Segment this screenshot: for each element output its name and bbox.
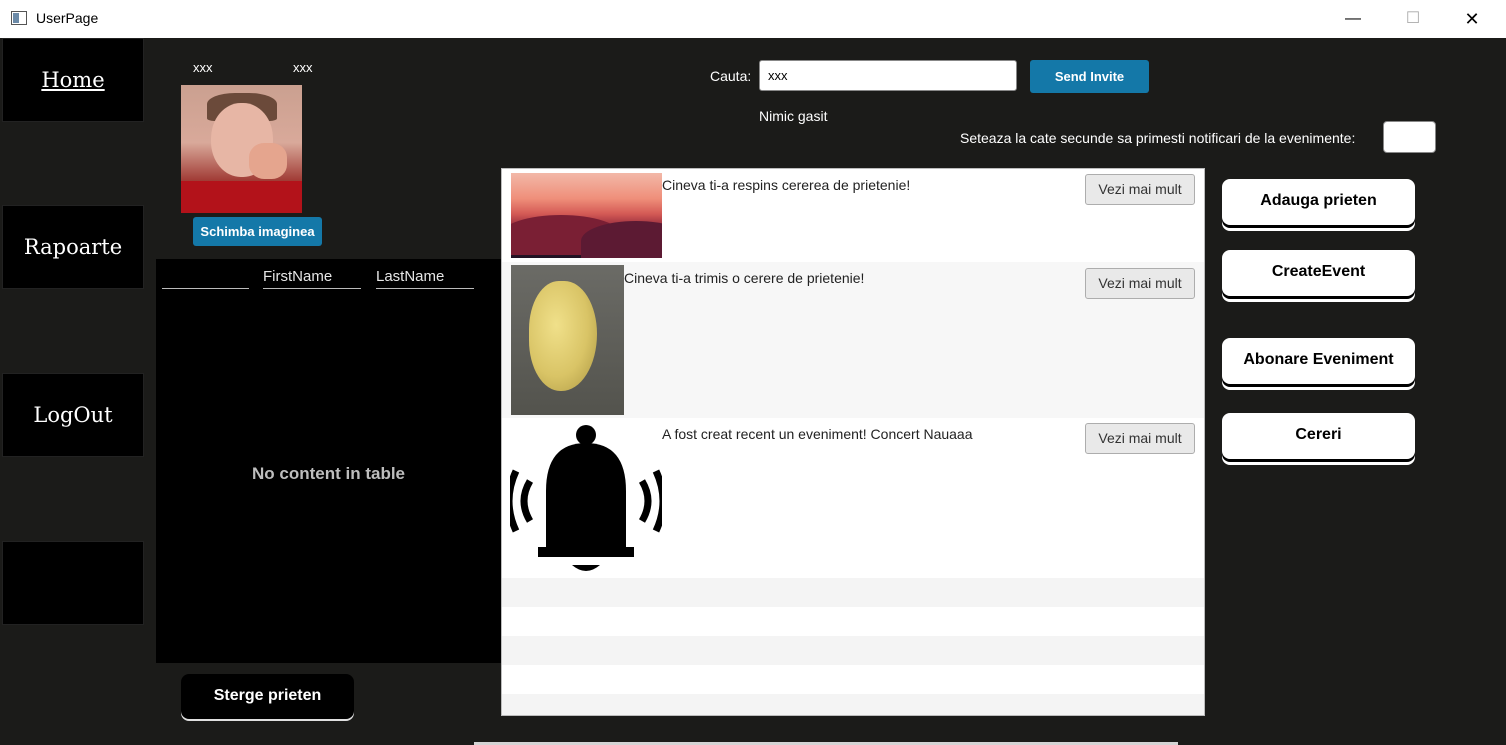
empty-row [502, 578, 1204, 607]
list-item: Cineva ti-a trimis o cerere de prietenie… [502, 262, 1204, 418]
title-bar: UserPage — ☐ ✕ [0, 0, 1506, 39]
add-friend-button[interactable]: Adauga prieten [1222, 179, 1415, 225]
maximize-button[interactable]: ☐ [1390, 4, 1436, 34]
landscape-image [511, 173, 662, 258]
notification-text: A fost creat recent un eveniment! Concer… [662, 426, 973, 442]
table-header-lastname[interactable]: LastName [376, 268, 474, 289]
table-header-blank[interactable] [162, 268, 249, 289]
create-event-button[interactable]: CreateEvent [1222, 250, 1415, 296]
search-label: Cauta: [710, 68, 752, 84]
nav-home-button[interactable]: Home [2, 38, 144, 122]
window-title: UserPage [36, 10, 99, 26]
close-button[interactable]: ✕ [1449, 4, 1495, 34]
search-result-text: Nimic gasit [759, 108, 828, 124]
friends-table[interactable]: FirstName LastName No content in table [156, 259, 501, 663]
table-empty-placeholder: No content in table [252, 464, 405, 483]
app-icon [11, 11, 27, 25]
notification-interval-input[interactable] [1383, 121, 1436, 153]
list-item: Cineva ti-a respins cererea de prietenie… [502, 169, 1204, 262]
change-image-button[interactable]: Schimba imaginea [193, 217, 322, 246]
notifications-list[interactable]: Cineva ti-a respins cererea de prietenie… [501, 168, 1205, 716]
nav-empty-button[interactable] [2, 541, 144, 625]
nav-rapoarte-button[interactable]: Rapoarte [2, 205, 144, 289]
nav-logout-button[interactable]: LogOut [2, 373, 144, 457]
notification-interval-label: Seteaza la cate secunde sa primesti noti… [960, 130, 1356, 146]
profile-avatar [181, 85, 302, 213]
bell-icon [510, 425, 662, 571]
notification-text: Cineva ti-a respins cererea de prietenie… [662, 177, 911, 193]
main-content: Home Rapoarte LogOut xxx xxx Schimba ima… [0, 38, 1506, 745]
search-input[interactable] [759, 60, 1017, 91]
profile-last-name: xxx [293, 60, 313, 75]
minimize-button[interactable]: — [1330, 4, 1376, 34]
send-invite-button[interactable]: Send Invite [1030, 60, 1149, 93]
list-item: A fost creat recent un eveniment! Concer… [502, 418, 1204, 578]
subscribe-event-button[interactable]: Abonare Eveniment [1222, 338, 1415, 384]
see-more-button[interactable]: Vezi mai mult [1085, 268, 1195, 299]
profile-first-name: xxx [193, 60, 213, 75]
empty-row [502, 694, 1204, 715]
delete-friend-button[interactable]: Sterge prieten [181, 674, 354, 719]
potato-image [511, 265, 624, 415]
empty-row [502, 636, 1204, 665]
table-header-firstname[interactable]: FirstName [263, 268, 361, 289]
notification-text: Cineva ti-a trimis o cerere de prietenie… [624, 270, 865, 286]
see-more-button[interactable]: Vezi mai mult [1085, 423, 1195, 454]
see-more-button[interactable]: Vezi mai mult [1085, 174, 1195, 205]
requests-button[interactable]: Cereri [1222, 413, 1415, 459]
